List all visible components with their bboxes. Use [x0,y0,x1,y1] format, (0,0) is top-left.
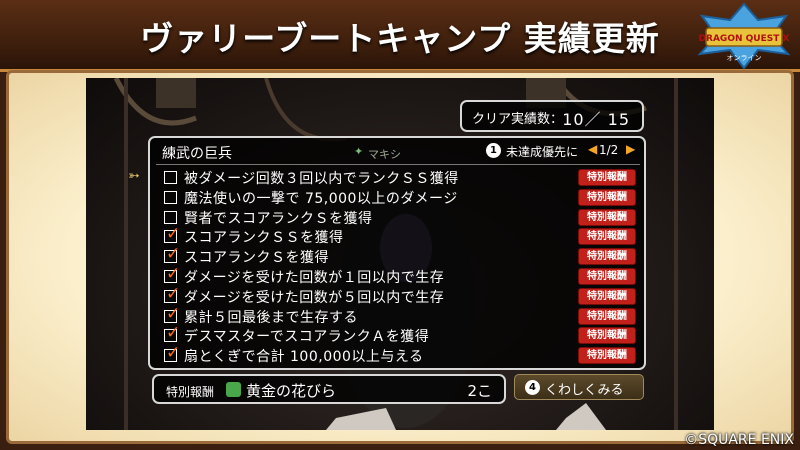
special-reward-badge: 特別報酬 [578,248,636,266]
character-marker-icon: ✦ [354,145,364,158]
achievement-row[interactable]: ✓ 扇とくぎで合計 100,000以上与える 特別報酬 [164,343,640,366]
svg-text:DRAGON QUEST X: DRAGON QUEST X [699,34,790,44]
achievement-text: 賢者でスコアランクＳを獲得 [184,210,373,227]
view-details-button[interactable]: 4 くわしくみる [514,374,644,400]
achievement-text: 魔法使いの一撃で 75,000以上のダメージ [184,190,458,207]
special-reward-badge: 特別報酬 [578,268,636,285]
checkmark-icon: ✓ [166,264,181,284]
reward-panel: 特別報酬 黄金の花びら 2こ [152,374,506,404]
checkmark-icon: ✓ [166,283,181,304]
achievement-text: スコアランクＳを獲得 [184,250,329,267]
reward-quantity: 2こ [467,382,492,400]
copyright-text: ©SQUARE ENIX [684,432,794,448]
list-divider [156,164,640,165]
achievement-row[interactable]: ✓ デスマスターでスコアランクＡを獲得 特別報酬 [164,323,640,346]
selection-cursor-icon: ➳ [128,168,140,184]
achievement-row[interactable]: ✓ スコアランクＳＳを獲得 特別報酬 [164,224,640,247]
page-title: ヴァリーブートキャンプ 実績更新 [140,19,660,58]
checkmark-icon: ✓ [166,323,181,344]
flower-petal-icon [226,382,241,397]
character-name: マキシ [368,148,401,161]
unchecked-checkbox [164,171,177,184]
game-screen: クリア実績数： 10／ 15 練武の巨兵 ✦ マキシ 1 未達成優先に ◀ 1/… [86,78,714,430]
sort-button-icon[interactable]: 1 [486,143,501,158]
checkmark-icon: ✓ [166,224,181,245]
special-reward-badge: 特別報酬 [578,347,636,365]
checked-checkbox: ✓ [164,304,180,324]
special-reward-badge: 特別報酬 [578,169,636,186]
achievement-count-value: 10／ 15 [562,110,630,129]
details-button-label: くわしくみる [545,383,624,398]
achievement-row[interactable]: 賢者でスコアランクＳを獲得 特別報酬 [164,208,640,227]
dragon-quest-logo: DRAGON QUEST X オンライン [697,2,791,70]
checked-checkbox: ✓ [164,284,180,304]
checked-checkbox: ✓ [164,323,180,343]
list-title: 練武の巨兵 [162,146,232,162]
achievement-row[interactable]: 被ダメージ回数３回以内でランクＳＳ獲得 特別報酬 [164,168,640,187]
header-banner: ヴァリーブートキャンプ 実績更新 DRAGON QUEST X オンライン [0,0,800,72]
checkmark-icon: ✓ [166,244,181,265]
page-next-arrow-icon[interactable]: ▶ [626,142,635,156]
achievement-text: ダメージを受けた回数が５回以内で生存 [184,289,445,306]
achievement-text: 扇とくぎで合計 100,000以上与える [184,349,424,366]
checked-checkbox: ✓ [164,343,180,363]
achievement-row[interactable]: ✓ 累計５回最後まで生存する 特別報酬 [164,304,640,326]
unchecked-checkbox [164,210,177,224]
checked-checkbox: ✓ [164,264,180,284]
special-reward-badge: 特別報酬 [578,327,636,345]
achievement-count-panel: クリア実績数： 10／ 15 [460,100,644,132]
achievement-count-label: クリア実績数： [472,112,564,127]
sort-toggle-label[interactable]: 未達成優先に [506,143,578,160]
achievement-text: 累計５回最後まで生存する [184,309,358,326]
checked-checkbox: ✓ [164,244,180,264]
achievement-row[interactable]: 魔法使いの一撃で 75,000以上のダメージ 特別報酬 [164,188,640,207]
achievement-row[interactable]: ✓ ダメージを受けた回数が１回以内で生存 特別報酬 [164,264,640,286]
achievement-list-panel: 練武の巨兵 ✦ マキシ 1 未達成優先に ◀ 1/2 ▶ ➳ 被ダメージ回数３回… [128,136,646,370]
unchecked-checkbox [164,190,177,204]
reward-label: 特別報酬 [166,385,215,399]
checkmark-icon: ✓ [166,303,181,324]
reward-item-name: 黄金の花びら [246,382,337,400]
special-reward-badge: 特別報酬 [578,307,636,325]
checked-checkbox: ✓ [164,224,180,244]
special-reward-badge: 特別報酬 [578,188,636,206]
svg-text:オンライン: オンライン [727,54,762,62]
checkmark-icon: ✓ [166,343,181,364]
details-button-icon: 4 [525,380,540,395]
achievement-text: デスマスターでスコアランクＡを獲得 [184,329,430,346]
page-indicator: 1/2 [599,143,619,157]
achievement-text: スコアランクＳＳを獲得 [184,230,344,247]
achievement-row[interactable]: ✓ スコアランクＳを獲得 特別報酬 [164,244,640,267]
special-reward-badge: 特別報酬 [578,208,636,226]
achievement-text: 被ダメージ回数３回以内でランクＳＳ獲得 [184,171,459,187]
achievement-text: ダメージを受けた回数が１回以内で生存 [184,270,445,286]
achievement-row[interactable]: ✓ ダメージを受けた回数が５回以内で生存 特別報酬 [164,284,640,306]
special-reward-badge: 特別報酬 [578,287,636,305]
page-prev-arrow-icon[interactable]: ◀ [588,142,597,156]
special-reward-badge: 特別報酬 [578,228,636,246]
